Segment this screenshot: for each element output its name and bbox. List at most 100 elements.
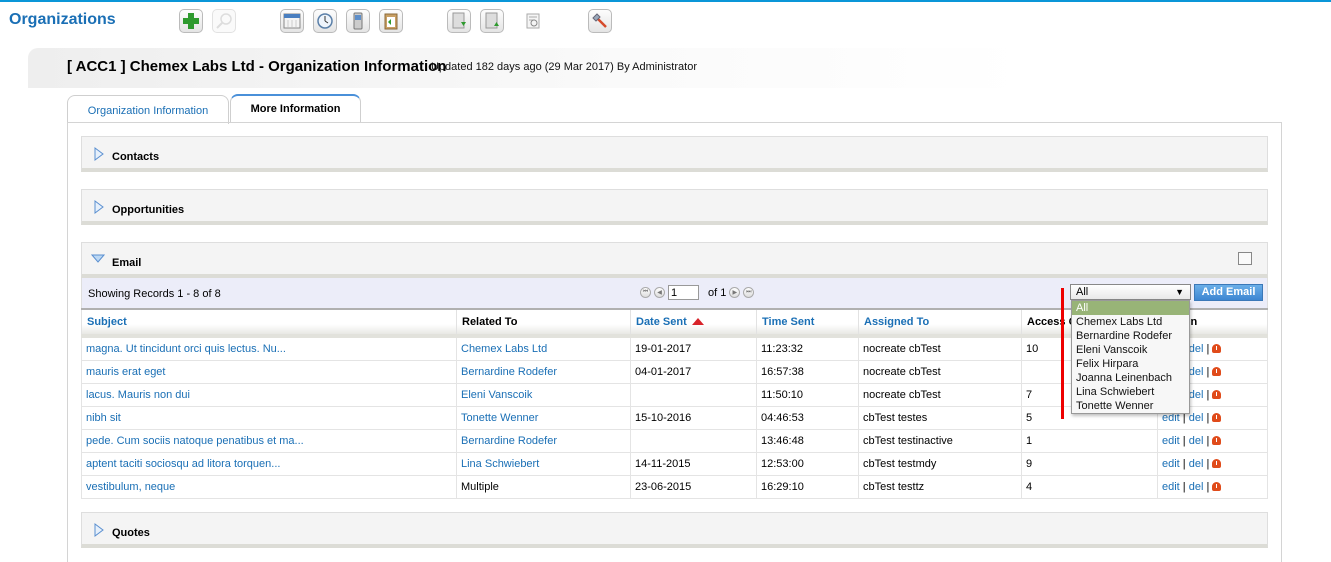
email-subject-link[interactable]: mauris erat eget bbox=[81, 360, 457, 384]
col-subject[interactable]: Subject bbox=[81, 308, 457, 338]
last-page-button[interactable]: ⏭ bbox=[743, 287, 755, 298]
export-button[interactable] bbox=[480, 9, 504, 33]
date-sent bbox=[630, 383, 757, 407]
access-count: 1 bbox=[1021, 429, 1158, 453]
first-page-button[interactable]: ⏮ bbox=[640, 287, 651, 298]
time-sent: 12:53:00 bbox=[756, 452, 859, 476]
add-email-button[interactable]: Add Email bbox=[1194, 284, 1263, 301]
quotes-block-header[interactable]: Quotes bbox=[81, 512, 1268, 548]
edit-link[interactable]: edit bbox=[1162, 435, 1180, 447]
alert-icon[interactable] bbox=[1212, 413, 1222, 422]
time-sent: 11:50:10 bbox=[756, 383, 859, 407]
filter-option[interactable]: All bbox=[1072, 301, 1189, 315]
expand-triangle-icon bbox=[94, 523, 104, 537]
records-count: Showing Records 1 - 8 of 8 bbox=[88, 288, 221, 300]
related-to-link[interactable]: Tonette Wenner bbox=[456, 406, 631, 430]
tab-more-information[interactable]: More Information bbox=[230, 94, 361, 123]
filter-option[interactable]: Joanna Leinenbach bbox=[1072, 371, 1189, 385]
delete-link[interactable]: del bbox=[1189, 366, 1204, 378]
settings-button[interactable] bbox=[588, 9, 612, 33]
filter-option[interactable]: Tonette Wenner bbox=[1072, 399, 1189, 413]
date-sent bbox=[630, 429, 757, 453]
related-to-filter-select[interactable]: All ▼ bbox=[1070, 284, 1191, 300]
col-date-sent[interactable]: Date Sent bbox=[630, 308, 757, 338]
delete-link[interactable]: del bbox=[1189, 458, 1204, 470]
hammer-icon bbox=[592, 13, 607, 28]
email-block-header[interactable]: Email bbox=[81, 242, 1268, 278]
related-to-link[interactable]: Chemex Labs Ltd bbox=[456, 335, 631, 361]
delete-link[interactable]: del bbox=[1189, 389, 1204, 401]
email-subject-link[interactable]: aptent taciti sociosqu ad litora torquen… bbox=[81, 452, 457, 476]
find-duplicates-button[interactable] bbox=[522, 10, 544, 32]
create-button[interactable] bbox=[179, 9, 203, 33]
app-title: Organizations bbox=[9, 11, 116, 28]
email-block-toolbar-icon[interactable] bbox=[1238, 252, 1252, 265]
related-to-link[interactable]: Bernardine Rodefer bbox=[456, 360, 631, 384]
phone-icon bbox=[353, 12, 363, 30]
import-button[interactable] bbox=[447, 9, 471, 33]
quotes-block-title: Quotes bbox=[112, 527, 150, 539]
alert-icon[interactable] bbox=[1212, 390, 1222, 399]
related-to-link[interactable]: Lina Schwiebert bbox=[456, 452, 631, 476]
col-assigned-to[interactable]: Assigned To bbox=[858, 308, 1022, 338]
edit-link[interactable]: edit bbox=[1162, 481, 1180, 493]
col-time-sent[interactable]: Time Sent bbox=[756, 308, 859, 338]
delete-link[interactable]: del bbox=[1189, 343, 1204, 355]
filter-option[interactable]: Eleni Vanscoik bbox=[1072, 343, 1189, 357]
assigned-to: nocreate cbTest bbox=[858, 335, 1022, 361]
related-to-link[interactable]: Bernardine Rodefer bbox=[456, 429, 631, 453]
clipboard-button[interactable] bbox=[379, 9, 403, 33]
sort-ascending-icon bbox=[691, 318, 704, 325]
page-title: [ ACC1 ] Chemex Labs Ltd - Organization … bbox=[67, 58, 447, 75]
alert-icon[interactable] bbox=[1212, 367, 1222, 376]
email-subject-link[interactable]: pede. Cum sociis natoque penatibus et ma… bbox=[81, 429, 457, 453]
filter-selected-value: All bbox=[1076, 286, 1089, 298]
email-subject-link[interactable]: vestibulum, neque bbox=[81, 475, 457, 499]
prev-page-button[interactable]: ◀ bbox=[654, 287, 665, 298]
time-sent: 16:57:38 bbox=[756, 360, 859, 384]
date-sent: 15-10-2016 bbox=[630, 406, 757, 430]
table-row: vestibulum, neque Multiple 23-06-2015 16… bbox=[81, 475, 1268, 499]
page-number-input[interactable] bbox=[668, 285, 699, 300]
filter-option[interactable]: Felix Hirpara bbox=[1072, 357, 1189, 371]
opportunities-block-title: Opportunities bbox=[112, 204, 185, 216]
time-sent: 13:46:48 bbox=[756, 429, 859, 453]
related-to-link[interactable]: Multiple bbox=[456, 475, 631, 499]
filter-option[interactable]: Lina Schwiebert bbox=[1072, 385, 1189, 399]
clock-icon bbox=[317, 13, 333, 29]
delete-link[interactable]: del bbox=[1189, 435, 1204, 447]
assigned-to: cbTest testinactive bbox=[858, 429, 1022, 453]
email-subject-link[interactable]: magna. Ut tincidunt orci quis lectus. Nu… bbox=[81, 335, 457, 361]
table-row: pede. Cum sociis natoque penatibus et ma… bbox=[81, 429, 1268, 453]
contacts-block-title: Contacts bbox=[112, 151, 160, 163]
alert-icon[interactable] bbox=[1212, 482, 1222, 491]
date-sent: 23-06-2015 bbox=[630, 475, 757, 499]
email-subject-link[interactable]: lacus. Mauris non dui bbox=[81, 383, 457, 407]
next-page-button[interactable]: ▶ bbox=[729, 287, 741, 298]
email-subject-link[interactable]: nibh sit bbox=[81, 406, 457, 430]
delete-link[interactable]: del bbox=[1189, 481, 1204, 493]
dropdown-arrow-icon: ▼ bbox=[1175, 287, 1184, 297]
row-actions: edit | del | bbox=[1157, 429, 1268, 453]
filter-option[interactable]: Bernardine Rodefer bbox=[1072, 329, 1189, 343]
clock-button[interactable] bbox=[313, 9, 337, 33]
tab-organization-information[interactable]: Organization Information bbox=[67, 95, 229, 124]
alert-icon[interactable] bbox=[1212, 459, 1222, 468]
col-related-to: Related To bbox=[456, 308, 631, 338]
opportunities-block-header[interactable]: Opportunities bbox=[81, 189, 1268, 225]
assigned-to: nocreate cbTest bbox=[858, 360, 1022, 384]
contacts-block-header[interactable]: Contacts bbox=[81, 136, 1268, 172]
phone-button[interactable] bbox=[346, 9, 370, 33]
email-block-title: Email bbox=[112, 257, 142, 269]
alert-icon[interactable] bbox=[1212, 344, 1222, 353]
col-date-sent-label: Date Sent bbox=[636, 316, 687, 328]
calendar-icon bbox=[283, 13, 301, 29]
filter-option[interactable]: Chemex Labs Ltd bbox=[1072, 315, 1189, 329]
related-to-link[interactable]: Eleni Vanscoik bbox=[456, 383, 631, 407]
assigned-to: cbTest testtz bbox=[858, 475, 1022, 499]
edit-link[interactable]: edit bbox=[1162, 458, 1180, 470]
delete-link[interactable]: del bbox=[1189, 412, 1204, 424]
alert-icon[interactable] bbox=[1212, 436, 1222, 445]
calendar-button[interactable] bbox=[280, 9, 304, 33]
page-of-label: of 1 bbox=[708, 286, 727, 299]
